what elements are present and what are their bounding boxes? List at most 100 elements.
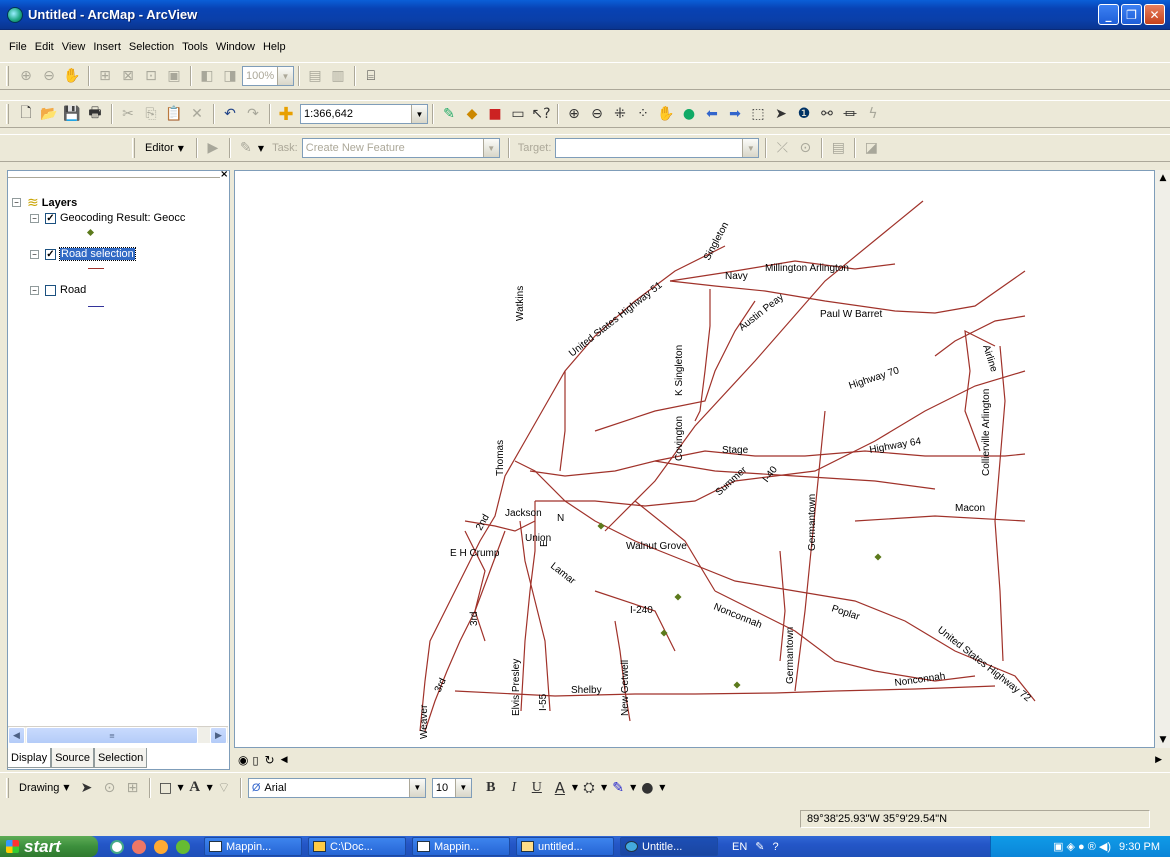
editor-toolbar-icon[interactable]: ✎ — [438, 103, 460, 125]
restore-button[interactable]: ❐ — [1121, 4, 1142, 25]
measure-icon[interactable]: ⏛ — [839, 103, 861, 125]
task-combo[interactable]: Create New Feature ▼ — [301, 138, 500, 158]
zoom-whole-page-icon[interactable]: ⊞ — [94, 65, 116, 87]
attributes-icon[interactable]: ▤ — [827, 137, 849, 159]
back-extent-icon[interactable]: ⬅ — [701, 103, 723, 125]
map-canvas[interactable]: Millington Arlington Navy United States Hi… — [235, 171, 1154, 747]
print-icon[interactable]: 🖶 — [84, 103, 106, 125]
toc-layer-road-selection[interactable]: − ✓ Road selection — [30, 247, 136, 261]
collapse-icon[interactable]: − — [30, 213, 39, 223]
layer-visibility-checkbox[interactable] — [45, 284, 56, 296]
task-arcmap[interactable]: Untitle... — [620, 837, 718, 856]
add-data-icon[interactable]: ✚ — [275, 103, 297, 125]
collapse-icon[interactable]: − — [12, 198, 21, 207]
toc-layer-geocoding[interactable]: − ✓ Geocoding Result: Geocc — [30, 212, 185, 224]
task-word-mapping-1[interactable]: Mappin... — [204, 837, 302, 856]
select-elements-icon[interactable]: ➤ — [76, 777, 98, 799]
new-text-icon[interactable]: A — [184, 777, 206, 799]
task-paint[interactable]: untitled... — [516, 837, 614, 856]
next-extent-layout-icon[interactable]: ◨ — [219, 65, 241, 87]
identify-icon[interactable]: ❶ — [793, 103, 815, 125]
geocoded-point[interactable] — [660, 629, 668, 637]
fill-color-icon[interactable]: ⛭ — [578, 777, 600, 799]
menu-edit[interactable]: Edit — [31, 41, 58, 53]
toc-root-layers[interactable]: − ≋ Layers — [12, 194, 77, 211]
sketch-tool-icon[interactable]: ✎ — [235, 137, 257, 159]
menu-tools[interactable]: Tools — [178, 41, 212, 53]
rotate-tool-icon[interactable]: ⊙ — [794, 137, 816, 159]
language-indicator[interactable]: EN — [732, 841, 747, 853]
zoom-out-layout-icon[interactable]: ⊖ — [38, 65, 60, 87]
menu-selection[interactable]: Selection — [125, 41, 178, 53]
toc-grip[interactable] — [8, 172, 220, 178]
toolbar-grip[interactable] — [6, 777, 9, 798]
zoom-in-layout-icon[interactable]: ⊕ — [15, 65, 37, 87]
menu-insert[interactable]: Insert — [89, 41, 125, 53]
copy-icon[interactable]: ⎘ — [140, 103, 162, 125]
pen-icon[interactable]: ✎ — [755, 840, 764, 853]
tab-display[interactable]: Display — [7, 748, 52, 768]
fixed-zoom-out-icon[interactable]: ⁘ — [632, 103, 654, 125]
menu-file[interactable]: File — [5, 41, 31, 53]
tab-source[interactable]: Source — [51, 748, 94, 768]
fixed-zoom-in-icon[interactable]: ⁜ — [609, 103, 631, 125]
underline-icon[interactable]: U — [526, 777, 548, 799]
layer-visibility-checkbox[interactable]: ✓ — [45, 248, 56, 260]
line-color-icon[interactable]: ✎ — [607, 777, 629, 799]
font-combo[interactable]: Ø Arial ▼ — [247, 777, 426, 798]
cut-icon[interactable]: ✂ — [117, 103, 139, 125]
command-line-icon[interactable]: ▭ — [507, 103, 529, 125]
scroll-left-icon[interactable]: ◀ — [8, 727, 25, 744]
scroll-down-icon[interactable]: ▼ — [1155, 732, 1170, 748]
change-layout-icon[interactable]: ⌸ — [360, 65, 382, 87]
task-word-mapping-2[interactable]: Mappin... — [412, 837, 510, 856]
toc-layer-road[interactable]: − Road — [30, 284, 86, 296]
close-button[interactable]: ✕ — [1144, 4, 1165, 25]
toolbar-grip[interactable] — [6, 66, 9, 86]
open-folder-icon[interactable]: 📂 — [38, 103, 60, 125]
tab-selection[interactable]: Selection — [93, 748, 148, 768]
collapse-icon[interactable]: − — [30, 249, 39, 259]
fixed-zoom-out-icon[interactable]: ⊡ — [140, 65, 162, 87]
zoom-100-icon[interactable]: ▣ — [163, 65, 185, 87]
geocoded-point[interactable] — [733, 681, 741, 689]
start-button[interactable]: start — [0, 836, 98, 857]
menu-window[interactable]: Window — [212, 41, 259, 53]
scroll-thumb[interactable]: ≡ — [26, 727, 198, 744]
editor-menu[interactable]: Editor — [145, 142, 174, 154]
geocoded-point[interactable] — [597, 522, 605, 530]
edit-tool-icon[interactable]: ▶ — [202, 137, 224, 159]
zoom-out-icon[interactable]: ⊖ — [586, 103, 608, 125]
bold-icon[interactable]: B — [480, 777, 502, 799]
fixed-zoom-in-icon[interactable]: ⊠ — [117, 65, 139, 87]
find-binoculars-icon[interactable]: ⚯ — [816, 103, 838, 125]
select-elements-icon[interactable]: ➤ — [770, 103, 792, 125]
drawing-menu[interactable]: Drawing — [19, 782, 59, 794]
select-features-icon[interactable]: ⬚ — [747, 103, 769, 125]
minimize-button[interactable]: _ — [1098, 4, 1119, 25]
toc-horizontal-scrollbar[interactable]: ◀ ≡ ▶ — [8, 726, 228, 744]
paste-icon[interactable]: 📋 — [163, 103, 185, 125]
marker-color-icon[interactable]: ● — [636, 777, 658, 799]
pan-layout-icon[interactable]: ✋ — [61, 65, 83, 87]
map-display[interactable]: Millington Arlington Navy United States Hi… — [234, 170, 1155, 748]
menu-help[interactable]: Help — [259, 41, 290, 53]
whats-this-icon[interactable]: ↖? — [530, 103, 552, 125]
undo-icon[interactable]: ↶ — [219, 103, 241, 125]
data-view-icon[interactable]: ◉ — [238, 753, 248, 767]
scroll-left-icon[interactable]: ◀ — [281, 755, 288, 765]
italic-icon[interactable]: I — [503, 777, 525, 799]
redo-icon[interactable]: ↷ — [242, 103, 264, 125]
rotate-icon[interactable]: ⊙ — [99, 777, 121, 799]
hyperlink-icon[interactable]: ϟ — [862, 103, 884, 125]
split-tool-icon[interactable]: ⤫ — [771, 137, 793, 159]
pan-icon[interactable]: ✋ — [655, 103, 677, 125]
toolbar-grip[interactable] — [132, 138, 135, 158]
geocoded-point[interactable] — [874, 553, 882, 561]
zoom-in-icon[interactable]: ⊕ — [563, 103, 585, 125]
arctoolbox-icon[interactable]: ■ — [484, 103, 506, 125]
help-icon[interactable]: ? — [773, 841, 779, 853]
toggle-draft-icon[interactable]: ▤ — [304, 65, 326, 87]
new-document-icon[interactable]: 🗋 — [15, 103, 37, 125]
geocoded-point[interactable] — [674, 593, 682, 601]
